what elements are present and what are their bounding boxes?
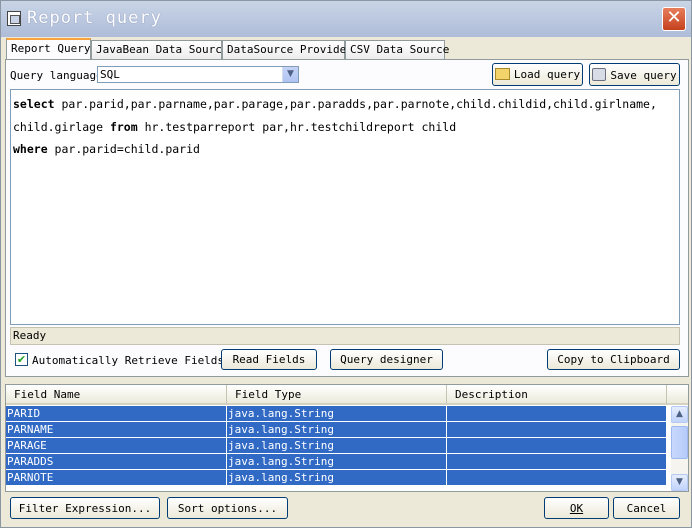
cancel-button[interactable]: Cancel (613, 497, 680, 519)
read-fields-button[interactable]: Read Fields (221, 349, 317, 370)
save-query-button[interactable]: Save query (589, 63, 680, 86)
scroll-up-button[interactable]: ▲ (671, 406, 688, 423)
table-row[interactable]: PARNAME java.lang.String (6, 422, 667, 438)
ok-label: OK (569, 502, 584, 515)
auto-retrieve-label: Automatically Retrieve Fields (32, 354, 225, 367)
sql-keyword: from (109, 119, 138, 134)
table-row[interactable]: PARAGE java.lang.String (6, 438, 667, 454)
field-type-cell[interactable]: java.lang.String (227, 438, 447, 454)
query-line: child.girlage from hr.testparreport par,… (13, 116, 677, 139)
field-description-cell[interactable] (447, 470, 667, 486)
scroll-thumb[interactable] (671, 426, 688, 459)
column-header-description[interactable]: Description (447, 385, 667, 405)
close-button[interactable]: ✕ (662, 7, 686, 31)
filter-expression-button[interactable]: Filter Expression... (10, 497, 160, 519)
tab-csv-data-source[interactable]: CSV Data Source (345, 40, 449, 59)
save-disk-icon (592, 68, 607, 81)
scroll-down-button[interactable]: ▼ (671, 474, 688, 491)
sql-text: par.parid=child.parid (47, 142, 200, 156)
table-row[interactable]: PARID java.lang.String (6, 406, 667, 422)
field-type-cell[interactable]: java.lang.String (227, 470, 447, 486)
save-query-label: Save query (610, 69, 677, 82)
close-icon: ✕ (666, 7, 682, 28)
field-description-cell[interactable] (447, 422, 667, 438)
field-type-cell[interactable]: java.lang.String (227, 406, 447, 422)
cancel-label: Cancel (626, 502, 667, 515)
status-bar: Ready (10, 327, 680, 345)
folder-open-icon (494, 68, 510, 80)
table-row[interactable]: PARADDS java.lang.String (6, 454, 667, 470)
sql-keyword: where (13, 142, 48, 156)
ok-button[interactable]: OK (544, 497, 609, 519)
chevron-down-icon[interactable]: ▼ (282, 67, 298, 82)
read-fields-label: Read Fields (232, 353, 306, 366)
copy-to-clipboard-button[interactable]: Copy to Clipboard (547, 349, 680, 370)
sql-text: hr.testparreport par,hr.testchildreport … (137, 119, 457, 134)
sort-options-button[interactable]: Sort options... (167, 497, 288, 519)
load-query-button[interactable]: Load query (492, 63, 583, 86)
tab-javabean-data-source[interactable]: JavaBean Data Source (91, 40, 228, 59)
query-designer-button[interactable]: Query designer (330, 349, 443, 370)
query-designer-label: Query designer (340, 353, 433, 366)
column-header-field-type[interactable]: Field Type (227, 385, 447, 405)
report-query-dialog: Report query ✕ Report Query JavaBean Dat… (0, 0, 692, 528)
column-header-field-name[interactable]: Field Name (6, 385, 227, 405)
field-type-cell[interactable]: java.lang.String (227, 454, 447, 470)
window-title: Report query (27, 8, 162, 28)
field-name-cell[interactable]: PARADDS (6, 454, 227, 470)
field-description-cell[interactable] (447, 438, 667, 454)
vertical-scrollbar[interactable]: ▲ ▼ (671, 406, 688, 491)
column-header-filler (667, 385, 688, 405)
title-bar[interactable]: Report query ✕ (1, 1, 691, 37)
chevron-down-icon: ▼ (676, 477, 683, 487)
field-name-cell[interactable]: PARAGE (6, 438, 227, 454)
query-line: where par.parid=child.parid (13, 138, 677, 161)
filter-expression-label: Filter Expression... (18, 502, 152, 515)
field-name-cell[interactable]: PARNAME (6, 422, 227, 438)
field-description-cell[interactable] (447, 406, 667, 422)
field-name-cell[interactable]: PARNOTE (6, 470, 227, 486)
sql-text: child.girlage (13, 119, 110, 134)
query-language-value: SQL (100, 68, 120, 81)
load-query-label: Load query (513, 68, 581, 81)
chevron-up-icon: ▲ (676, 409, 683, 419)
query-language-label: Query language (10, 69, 103, 82)
field-type-cell[interactable]: java.lang.String (227, 422, 447, 438)
checkmark-icon: ✔ (16, 353, 27, 366)
tab-report-query[interactable]: Report Query (6, 38, 91, 59)
sort-options-label: Sort options... (177, 502, 278, 515)
field-name-cell[interactable]: PARID (6, 406, 227, 422)
sql-keyword: select (13, 97, 55, 111)
report-icon (7, 11, 21, 26)
sql-text: par.parid,par.parname,par.parage,par.par… (54, 97, 657, 111)
fields-table: Field Name Field Type Description PARID … (5, 384, 689, 492)
field-description-cell[interactable] (447, 454, 667, 470)
query-editor[interactable]: select par.parid,par.parname,par.parage,… (10, 89, 680, 325)
tab-datasource-provider[interactable]: DataSource Provider (222, 40, 353, 59)
query-language-select[interactable]: SQL ▼ (97, 66, 299, 83)
auto-retrieve-checkbox[interactable]: ✔ (15, 353, 28, 366)
table-row[interactable]: PARNOTE java.lang.String (6, 470, 667, 486)
query-line: select par.parid,par.parname,par.parage,… (13, 93, 677, 116)
copy-to-clipboard-label: Copy to Clipboard (557, 353, 670, 366)
